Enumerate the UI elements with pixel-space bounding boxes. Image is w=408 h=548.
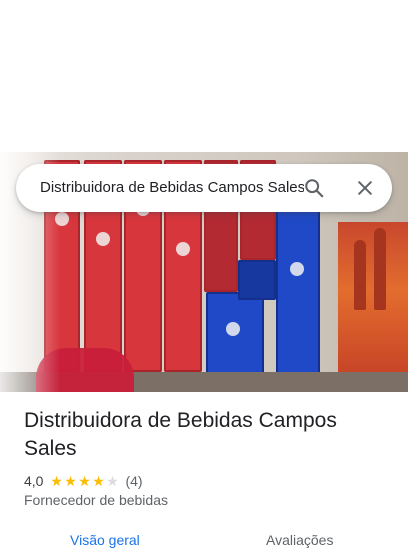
rating-row[interactable]: 4,0 ★ ★ ★ ★ ★ (4): [24, 472, 143, 490]
review-count[interactable]: (4): [125, 473, 142, 489]
search-input[interactable]: Distribuidora de Bebidas Campos Sales: [40, 164, 304, 212]
star-filled-icon: ★: [78, 473, 91, 489]
photo-crate-label: [96, 232, 110, 246]
star-filled-icon: ★: [50, 473, 63, 489]
rating-value: 4,0: [24, 473, 44, 489]
photo-crate-label: [226, 322, 240, 336]
photo-crate-label: [176, 242, 190, 256]
photo-crate-stack: [206, 292, 264, 382]
photo-crate-label: [290, 262, 304, 276]
star-filled-icon: ★: [64, 473, 77, 489]
place-category[interactable]: Fornecedor de bebidas: [24, 492, 168, 508]
tab-overview[interactable]: Visão geral: [70, 532, 140, 548]
photo-crate-stack: [238, 260, 276, 300]
close-button[interactable]: [349, 172, 381, 204]
star-empty-icon: ★: [106, 473, 119, 489]
star-filled-icon: ★: [92, 473, 105, 489]
map-top-blank-area: [0, 0, 408, 152]
tab-reviews[interactable]: Avaliações: [266, 532, 333, 548]
photo-bottle: [354, 240, 366, 310]
place-tabs: Visão geral Avaliações: [0, 528, 408, 548]
close-icon: [358, 181, 372, 195]
photo-bottle: [374, 228, 386, 310]
search-button[interactable]: [298, 172, 330, 204]
search-bar[interactable]: Distribuidora de Bebidas Campos Sales: [16, 164, 392, 212]
photo-beer-poster: [338, 222, 408, 392]
search-icon: [305, 179, 324, 198]
rating-stars: ★ ★ ★ ★ ★: [49, 474, 119, 488]
photo-crate-stack: [276, 208, 320, 382]
place-title: Distribuidora de Bebidas Campos Sales: [24, 409, 337, 460]
